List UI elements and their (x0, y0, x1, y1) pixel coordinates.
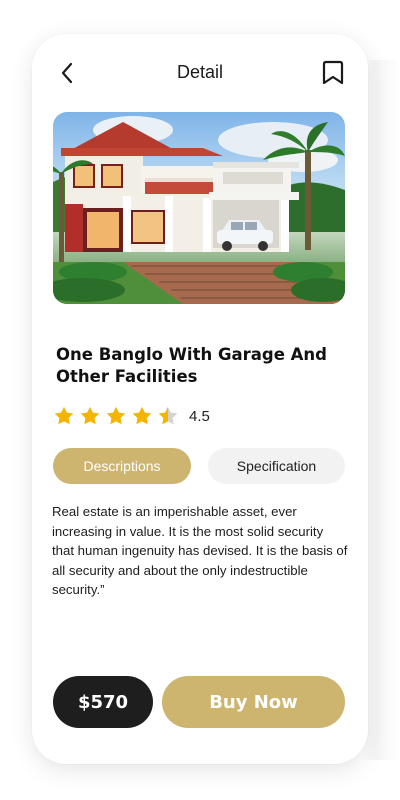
header: Detail (32, 34, 368, 112)
star-icon (131, 405, 153, 427)
half-star-icon (157, 405, 179, 427)
product-title: One Banglo With Garage And Other Facilit… (56, 345, 327, 386)
screen: Detail One Banglo With Garage And Other … (0, 0, 400, 800)
phone-frame: Detail One Banglo With Garage And Other … (32, 34, 368, 764)
star-icon (79, 405, 101, 427)
rating-value: 4.5 (189, 407, 210, 425)
star-icon (105, 405, 127, 427)
bookmark-icon (322, 60, 344, 85)
rating: 4.5 (53, 404, 210, 428)
description-text: Real estate is an imperishable asset, ev… (52, 504, 348, 597)
price-button[interactable]: $570 (53, 676, 153, 728)
house-photo (53, 112, 345, 304)
buy-now-button[interactable]: Buy Now (162, 676, 345, 728)
tab-descriptions[interactable]: Descriptions (53, 448, 191, 484)
tab-specification[interactable]: Specification (208, 448, 345, 484)
star-icon (53, 405, 75, 427)
bookmark-button[interactable] (318, 58, 348, 88)
house-illustration (53, 116, 345, 304)
